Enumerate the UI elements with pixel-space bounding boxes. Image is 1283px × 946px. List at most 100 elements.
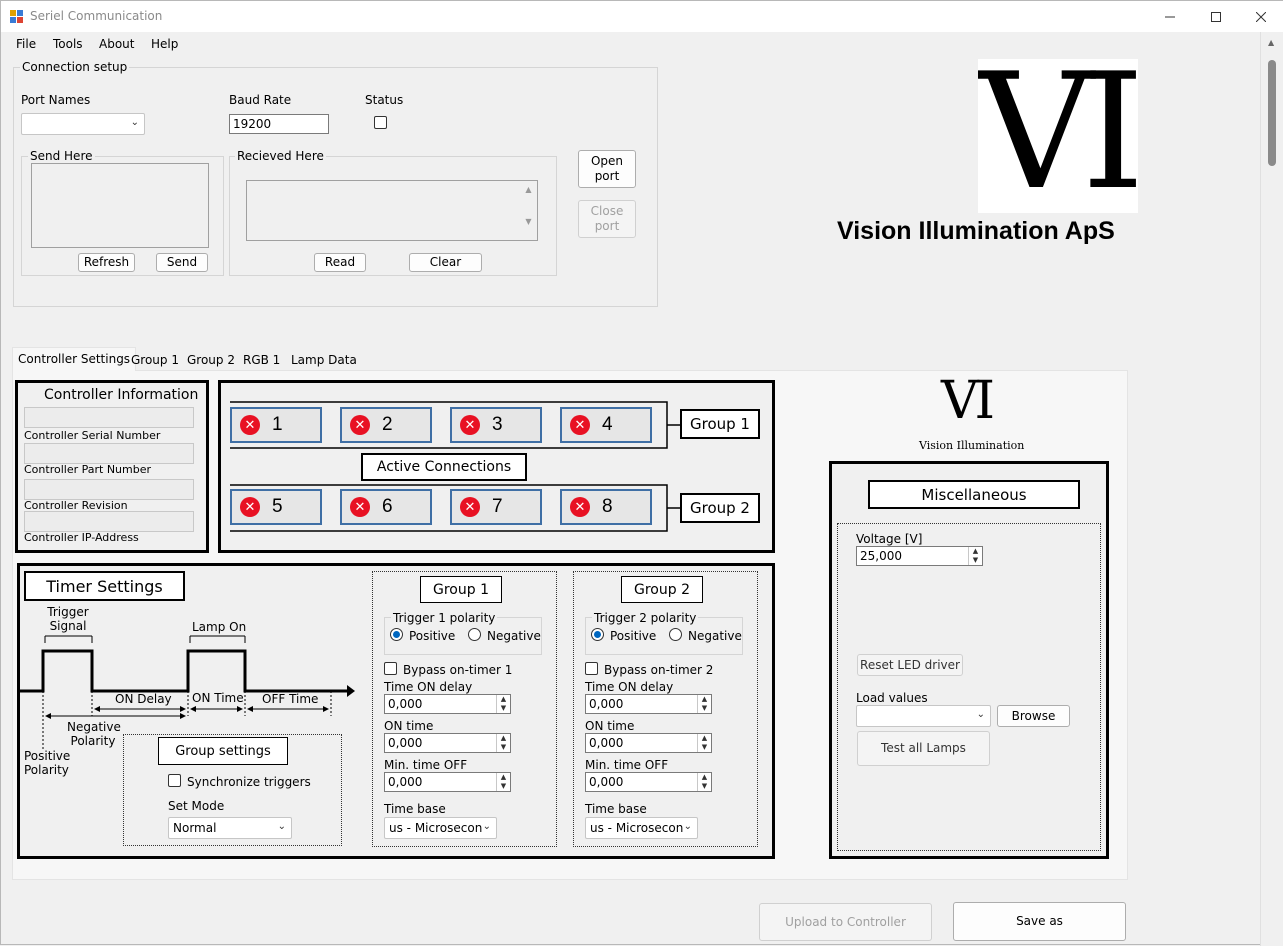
- clear-button[interactable]: Clear: [409, 253, 482, 272]
- spinner-icon[interactable]: ▲ ▼: [697, 734, 711, 752]
- lamp-2-status: ✕ 2: [340, 407, 432, 443]
- spinner-icon[interactable]: ▲ ▼: [496, 773, 510, 791]
- chevron-down-icon: ⌄: [683, 821, 692, 832]
- upload-to-controller-button[interactable]: Upload to Controller: [759, 903, 932, 941]
- send-button[interactable]: Send: [156, 253, 208, 272]
- group-1-on-delay-input[interactable]: 0,000 ▲ ▼: [384, 694, 511, 714]
- bypass-on-timer-1-checkbox[interactable]: [384, 662, 397, 675]
- scroll-up-icon[interactable]: ▲: [1268, 38, 1274, 47]
- error-x-icon: ✕: [350, 497, 370, 517]
- vi-logo: VI: [978, 59, 1138, 213]
- error-x-icon: ✕: [570, 497, 590, 517]
- group-1-on-time-value: 0,000: [388, 736, 423, 750]
- received-textbox[interactable]: ▲ ▼: [246, 180, 538, 241]
- reset-led-driver-button[interactable]: Reset LED driver: [857, 654, 963, 676]
- spinner-icon[interactable]: ▲ ▼: [697, 695, 711, 713]
- part-number-label: Controller Part Number: [24, 463, 152, 476]
- spinner-icon[interactable]: ▲ ▼: [496, 695, 510, 713]
- baud-rate-label: Baud Rate: [229, 93, 292, 107]
- load-values-dropdown[interactable]: ⌄: [856, 705, 991, 727]
- lamp-6-status: ✕ 6: [340, 489, 432, 525]
- tab-lamp-data[interactable]: Lamp Data: [286, 349, 362, 371]
- group-2-on-time-input[interactable]: 0,000 ▲ ▼: [585, 733, 712, 753]
- positive-polarity-label: Positive Polarity: [24, 749, 71, 777]
- serial-number-label: Controller Serial Number: [24, 429, 161, 442]
- group-2-time-base-dropdown[interactable]: us - Microsecon ⌄: [585, 817, 698, 839]
- app-icon: [10, 10, 23, 23]
- trigger-2-negative-radio[interactable]: [669, 628, 682, 641]
- voltage-input[interactable]: 25,000 ▲ ▼: [856, 546, 983, 566]
- tab-group-1[interactable]: Group 1: [126, 349, 184, 371]
- trigger-2-polarity-title: Trigger 2 polarity: [592, 611, 699, 625]
- close-icon[interactable]: [1238, 1, 1283, 32]
- small-vi-logo: VI: [941, 371, 995, 431]
- load-values-label: Load values: [856, 691, 928, 705]
- chevron-down-icon: ⌄: [976, 709, 985, 720]
- menu-help[interactable]: Help: [151, 37, 178, 51]
- group-1-on-time-input[interactable]: 0,000 ▲ ▼: [384, 733, 511, 753]
- open-port-button[interactable]: Open port: [578, 150, 636, 188]
- refresh-button[interactable]: Refresh: [78, 253, 135, 272]
- timer-settings-title: Timer Settings: [24, 571, 185, 601]
- set-mode-dropdown[interactable]: Normal ⌄: [168, 817, 292, 839]
- tab-group-2[interactable]: Group 2: [182, 349, 240, 371]
- bypass-on-timer-2-checkbox[interactable]: [585, 662, 598, 675]
- menu-about[interactable]: About: [99, 37, 134, 51]
- synchronize-triggers-checkbox[interactable]: [168, 774, 181, 787]
- group-1-min-off-value: 0,000: [388, 775, 423, 789]
- spinner-icon[interactable]: ▲ ▼: [697, 773, 711, 791]
- trigger-2-positive-label: Positive: [610, 629, 657, 643]
- trigger-1-negative-radio[interactable]: [468, 628, 481, 641]
- chevron-down-icon: ⌄: [482, 821, 491, 832]
- group-2-timer-title: Group 2: [621, 576, 703, 603]
- spinner-icon[interactable]: ▲ ▼: [968, 547, 982, 565]
- vertical-scrollbar[interactable]: ▲: [1260, 32, 1283, 946]
- baud-rate-input[interactable]: 19200: [229, 114, 329, 134]
- group-2-label: Group 2: [680, 493, 760, 523]
- scrollbar-thumb[interactable]: [1268, 60, 1276, 166]
- lamp-8-status: ✕ 8: [560, 489, 652, 525]
- trigger-2-negative-label: Negative: [688, 629, 742, 643]
- miscellaneous-box: [837, 523, 1101, 851]
- voltage-value: 25,000: [860, 549, 902, 563]
- read-button[interactable]: Read: [314, 253, 366, 272]
- trigger-2-positive-radio[interactable]: [591, 628, 604, 641]
- close-port-button[interactable]: Close port: [578, 200, 636, 238]
- error-x-icon: ✕: [460, 497, 480, 517]
- group-2-on-delay-input[interactable]: 0,000 ▲ ▼: [585, 694, 712, 714]
- send-textbox[interactable]: [31, 163, 209, 248]
- group-1-time-base-label: Time base: [384, 802, 446, 816]
- error-x-icon: ✕: [570, 415, 590, 435]
- minimize-icon[interactable]: [1147, 1, 1193, 32]
- port-names-dropdown[interactable]: ⌄: [21, 113, 145, 135]
- menu-tools[interactable]: Tools: [53, 37, 83, 51]
- set-mode-value: Normal: [173, 821, 217, 835]
- tab-rgb-1[interactable]: RGB 1: [238, 349, 285, 371]
- received-scrollbar[interactable]: ▲ ▼: [520, 181, 537, 240]
- status-label: Status: [365, 93, 404, 107]
- lamp-5-status: ✕ 5: [230, 489, 322, 525]
- browse-button[interactable]: Browse: [997, 705, 1070, 727]
- tab-controller-settings[interactable]: Controller Settings: [12, 347, 137, 371]
- off-time-label: OFF Time: [262, 692, 319, 706]
- group-1-time-base-value: us - Microsecon: [389, 821, 483, 835]
- maximize-icon[interactable]: [1193, 1, 1239, 32]
- group-2-min-off-input[interactable]: 0,000 ▲ ▼: [585, 772, 712, 792]
- group-1-time-base-dropdown[interactable]: us - Microsecon ⌄: [384, 817, 497, 839]
- lamp-3-status: ✕ 3: [450, 407, 542, 443]
- group-1-min-off-input[interactable]: 0,000 ▲ ▼: [384, 772, 511, 792]
- synchronize-triggers-label: Synchronize triggers: [187, 775, 311, 789]
- group-1-on-time-label: ON time: [384, 719, 434, 733]
- spinner-icon[interactable]: ▲ ▼: [496, 734, 510, 752]
- group-2-on-time-value: 0,000: [589, 736, 624, 750]
- ip-address-field: [24, 511, 194, 532]
- trigger-1-negative-label: Negative: [487, 629, 541, 643]
- group-2-on-delay-value: 0,000: [589, 697, 624, 711]
- trigger-1-positive-radio[interactable]: [390, 628, 403, 641]
- lamp-4-status: ✕ 4: [560, 407, 652, 443]
- menu-bar: File Tools About Help: [1, 32, 1260, 56]
- save-as-button[interactable]: Save as: [953, 902, 1126, 941]
- menu-file[interactable]: File: [16, 37, 36, 51]
- test-all-lamps-button[interactable]: Test all Lamps: [857, 731, 990, 766]
- status-checkbox[interactable]: [374, 116, 387, 129]
